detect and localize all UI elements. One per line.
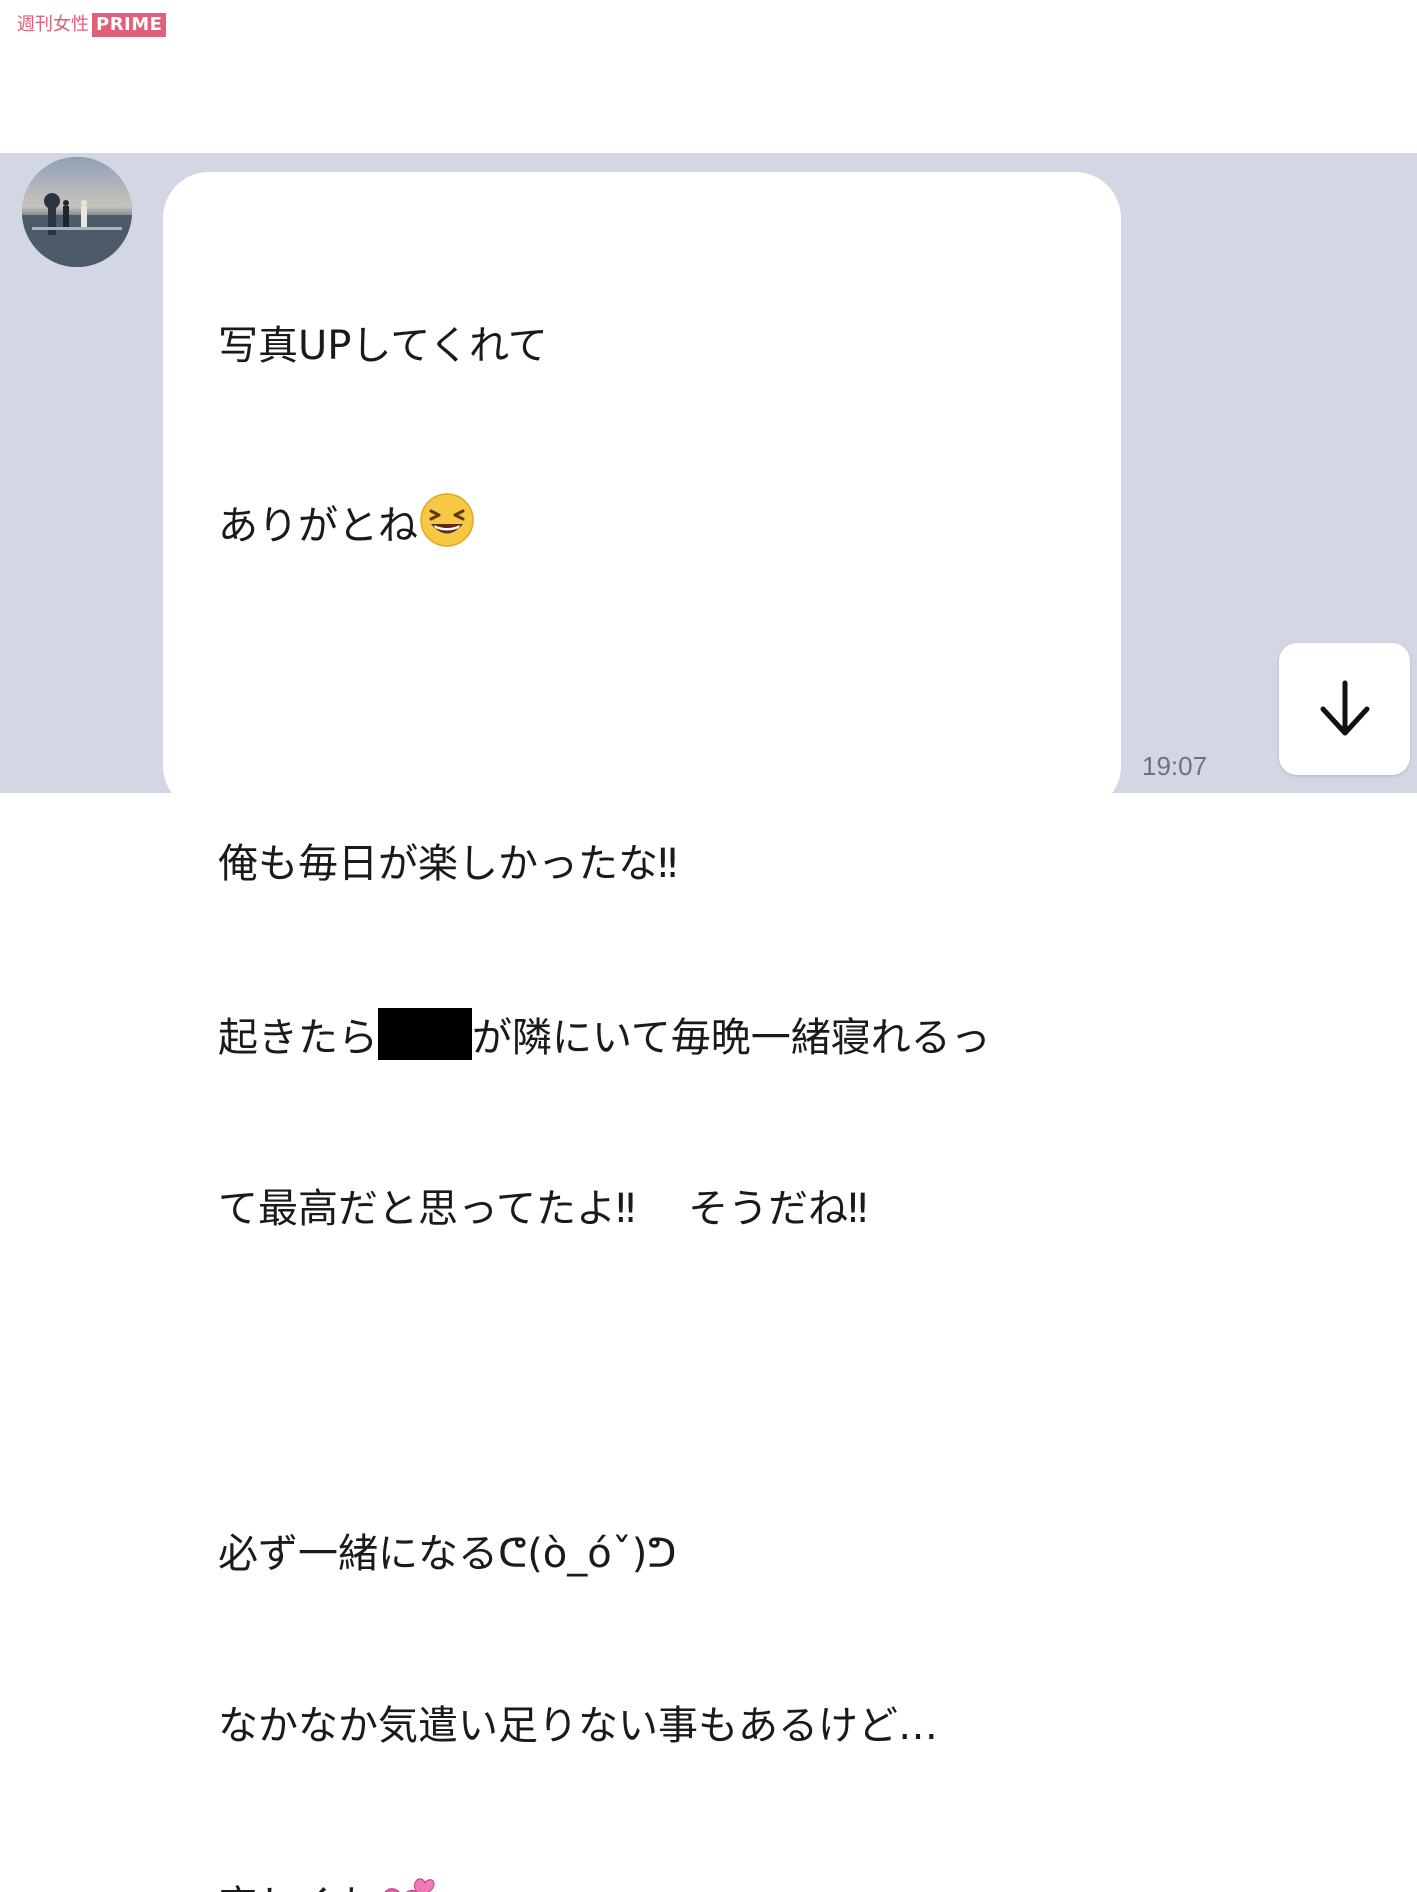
message-line: [218, 1353, 1118, 1411]
watermark-text-1: 週刊女性: [14, 13, 92, 37]
message-line: [218, 663, 1118, 721]
message-line-text: が隣にいて毎晩一緒寝れるっ: [472, 1015, 991, 1061]
message-line: 起きたら が隣にいて毎晩一緒寝れるっ: [218, 1008, 1118, 1066]
watermark-text-2: PRIME: [92, 13, 166, 37]
message-line-text: ありがとね: [218, 503, 418, 549]
message-line: 写真UPしてくれて: [218, 318, 1118, 376]
message-line-text: 宜しくね: [218, 1883, 378, 1892]
arrow-down-icon: [1313, 677, 1377, 741]
message-line: ありがとね: [218, 491, 1118, 549]
message-line: 宜しくね: [218, 1871, 1118, 1892]
grinning-squinting-face-icon: [418, 491, 476, 566]
message-time: 19:07: [1142, 751, 1207, 782]
avatar-photo: [22, 157, 132, 267]
scroll-to-bottom-button[interactable]: [1279, 643, 1410, 775]
message-line: 俺も毎日が楽しかったな‼: [218, 836, 1118, 894]
message-line-text: 起きたら: [218, 1015, 378, 1061]
avatar[interactable]: [22, 157, 132, 267]
redaction-block: [378, 1008, 472, 1060]
message-line: なかなか気遣い足りない事もあるけど…: [218, 1698, 1118, 1756]
publisher-watermark: 週刊女性 PRIME: [14, 13, 166, 37]
message-line: 必ず一緒になるᕦ(ò_óˇ)ᕤ: [218, 1526, 1118, 1584]
message-text: 写真UPしてくれて ありがとね 俺も毎日が楽しかったな‼ 起きたら が隣にいて毎晩…: [218, 203, 1118, 1892]
message-line: て最高だと思ってたよ‼ そうだね‼: [218, 1181, 1118, 1239]
two-hearts-icon: [378, 1871, 440, 1892]
